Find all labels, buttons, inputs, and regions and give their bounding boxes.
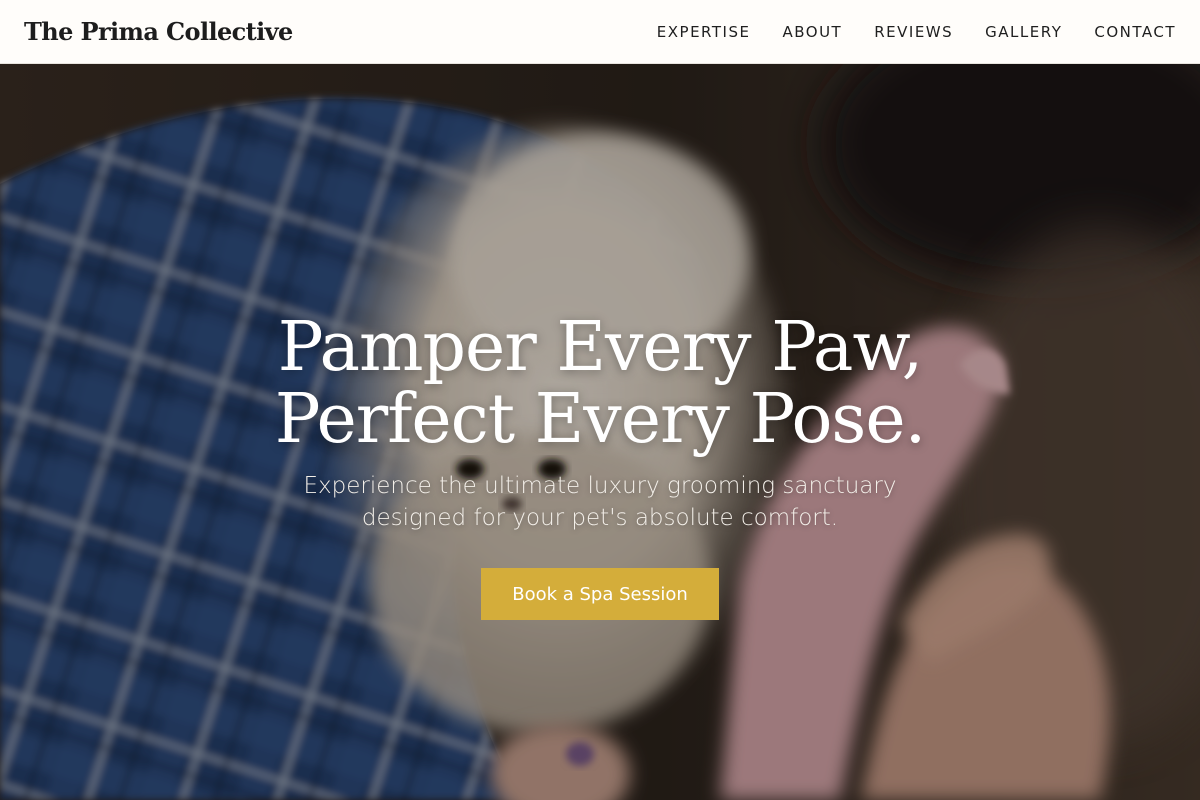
brand-logo[interactable]: The Prima Collective (24, 17, 293, 46)
hero-title-line-2: Perfect Every Pose. (274, 380, 926, 459)
nav-link-gallery[interactable]: GALLERY (985, 23, 1062, 41)
hero-subtitle: Experience the ultimate luxury grooming … (303, 473, 897, 531)
nav-link-reviews[interactable]: REVIEWS (874, 23, 953, 41)
main-nav: EXPERTISE ABOUT REVIEWS GALLERY CONTACT (657, 23, 1176, 41)
nav-link-contact[interactable]: CONTACT (1094, 23, 1176, 41)
nav-link-expertise[interactable]: EXPERTISE (657, 23, 751, 41)
site-header: The Prima Collective EXPERTISE ABOUT REV… (0, 0, 1200, 64)
hero-title-line-1: Pamper Every Paw, (277, 308, 923, 387)
book-spa-session-button[interactable]: Book a Spa Session (481, 568, 719, 620)
hero-section: Pamper Every Paw, Perfect Every Pose. Ex… (0, 64, 1200, 800)
hero-content: Pamper Every Paw, Perfect Every Pose. Ex… (0, 64, 1200, 800)
hero-title: Pamper Every Paw, Perfect Every Pose. (274, 308, 926, 459)
nav-link-about[interactable]: ABOUT (782, 23, 842, 41)
